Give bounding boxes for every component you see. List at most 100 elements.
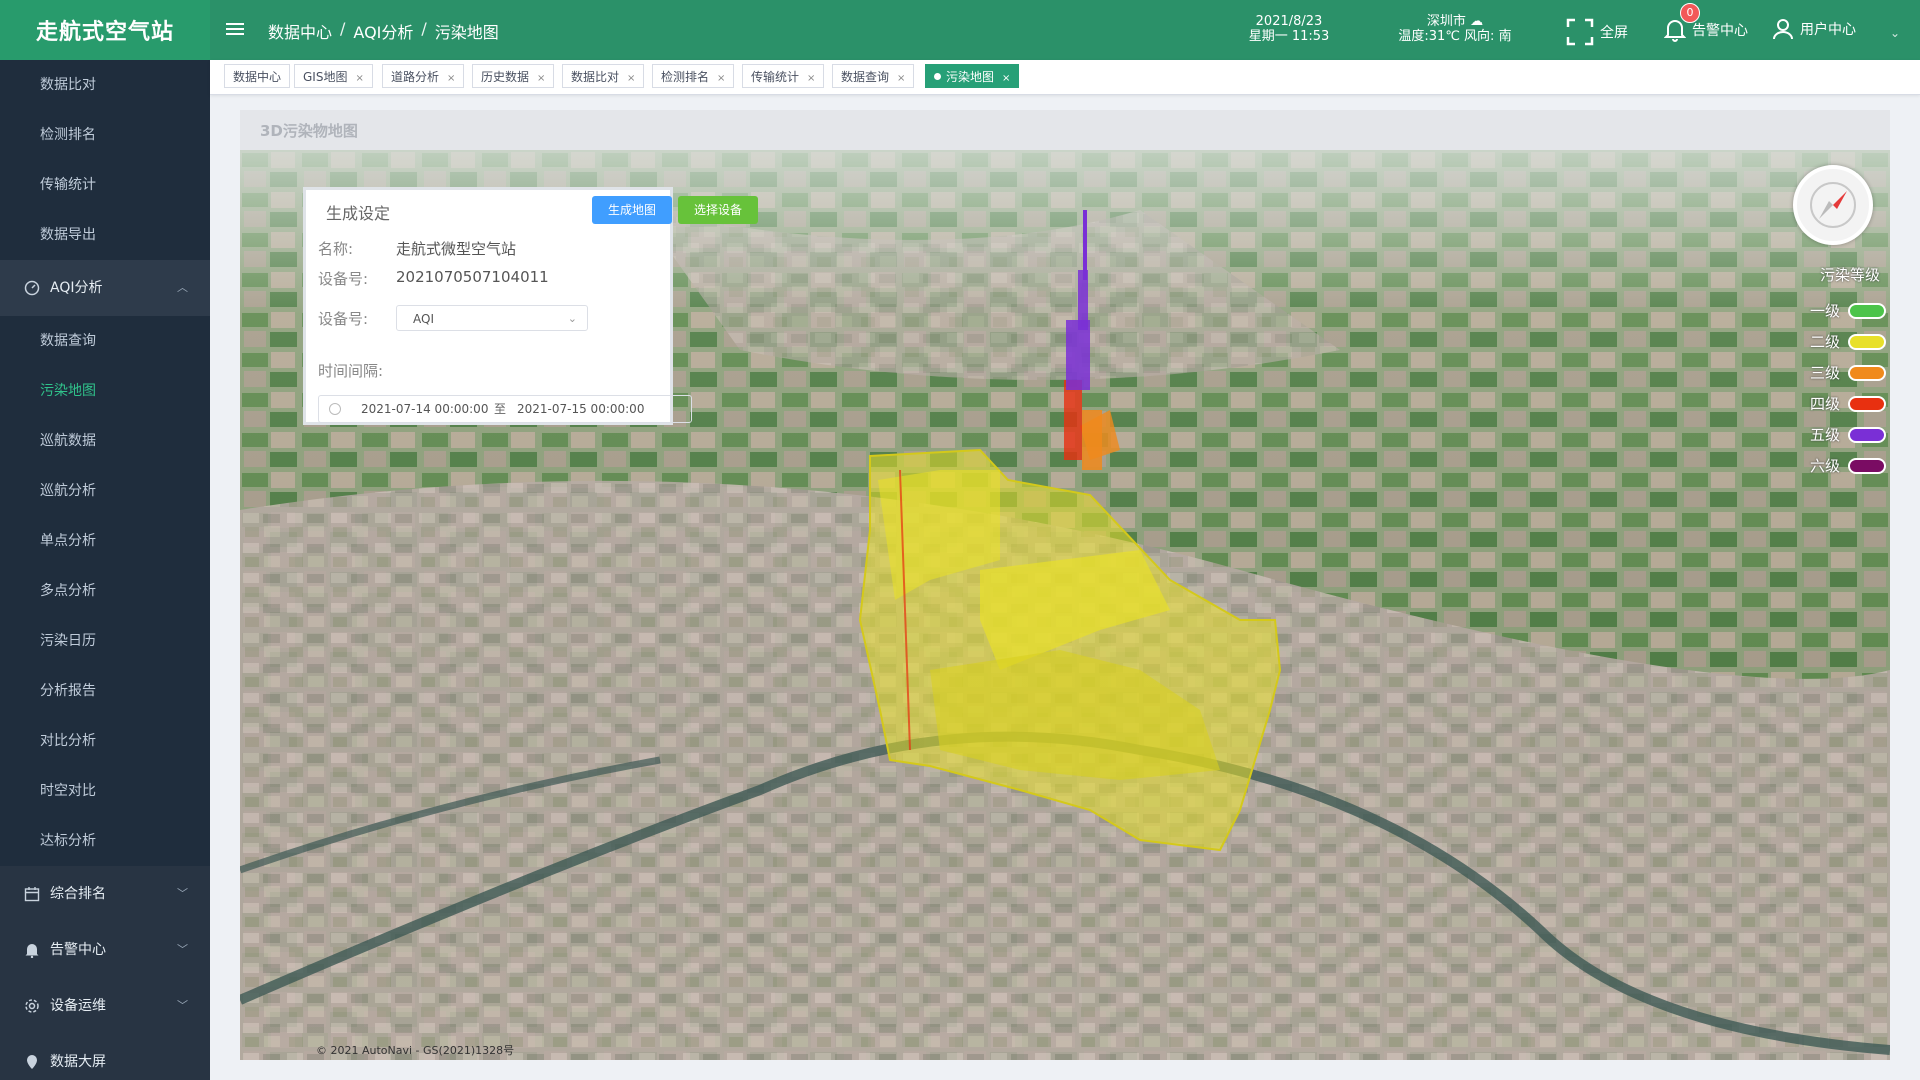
legend-swatch [1848,395,1886,412]
sidebar-item[interactable]: 达标分析 [0,816,210,866]
close-icon[interactable]: × [807,73,815,84]
fullscreen-button[interactable]: 全屏 [1566,18,1628,46]
breadcrumb: 数据中心 / AQI分析 / 污染地图 [268,19,499,43]
weather-detail: 温度:31℃ 风向: 南 [1398,29,1512,44]
sidebar-item[interactable]: 巡航数据 [0,416,210,466]
card-header: 3D污染物地图 [240,110,1890,150]
tab-data-query[interactable]: 数据查询 × [832,64,915,88]
city-text: 深圳市 [1426,14,1466,29]
breadcrumb-item[interactable]: 数据中心 [268,19,332,43]
close-icon[interactable]: × [537,73,545,84]
alarm-center-button[interactable]: 告警中心 [1664,18,1748,42]
tab-pollution-map[interactable]: 污染地图 × [925,64,1020,88]
sidebar-item-active[interactable]: 污染地图 [0,366,210,416]
tab-data-center[interactable]: 数据中心 [224,64,291,88]
tab-data-compare[interactable]: 数据比对 × [562,64,645,88]
legend-title: 污染等级 [1820,266,1881,284]
close-icon[interactable]: × [447,73,455,84]
generate-map-button[interactable]: 生成地图 [592,196,672,224]
tab-gis-map[interactable]: GIS地图 × [294,64,373,88]
sidebar-item[interactable]: 污染日历 [0,616,210,666]
name-value: 走航式微型空气站 [396,240,517,258]
calendar-icon [24,887,40,902]
legend-label: 五级 [1809,426,1840,444]
device-select-label: 设备号: [318,310,369,328]
sidebar-item[interactable]: 单点分析 [0,516,210,566]
close-icon[interactable]: × [717,73,725,84]
legend-swatch [1848,333,1886,350]
user-label: 用户中心 [1800,22,1856,38]
sidebar-group-bigscreen[interactable]: 数据大屏 [0,1034,210,1080]
sidebar-submenu-aqi: 数据查询 污染地图 巡航数据 巡航分析 单点分析 多点分析 污染日历 分析报告 … [0,316,210,866]
close-icon[interactable]: × [355,73,363,84]
weekday-time-text: 星期一 11:53 [1248,29,1330,44]
fullscreen-icon [1566,18,1594,46]
sidebar-item[interactable]: 巡航分析 [0,466,210,516]
chevron-down-icon: ⌄ [567,312,577,325]
map-3d-view[interactable]: 生成设定 生成地图 选择设备 名称: 走航式微型空气站 设备号: 2021070… [240,150,1890,1060]
compass-icon [1810,182,1856,228]
select-device-button[interactable]: 选择设备 [678,196,758,224]
sidebar-item[interactable]: 检测排名 [0,110,210,160]
name-label: 名称: [318,240,354,258]
tab-label: 传输统计 [751,70,800,84]
settings-panel: 生成设定 生成地图 选择设备 名称: 走航式微型空气站 设备号: 2021070… [303,187,758,425]
sidebar-item[interactable]: 数据导出 [0,210,210,260]
end-time-input[interactable]: 2021-07-15 00:00:00 [517,396,644,422]
sidebar-group-aqi[interactable]: AQI分析 ︿ [0,260,210,316]
legend-item: 六级 [1800,455,1886,476]
sidebar-group-label: AQI分析 [50,280,103,296]
clock-icon [329,403,341,415]
breadcrumb-separator: / [421,19,427,38]
legend-item: 四级 [1800,393,1886,414]
device-id-value: 2021070507104011 [396,268,549,286]
close-icon[interactable]: × [1002,73,1010,84]
interval-label: 时间间隔: [318,362,384,380]
legend-label: 三级 [1809,364,1840,382]
sidebar: 数据比对 检测排名 传输统计 数据导出 AQI分析 ︿ 数据查询 污染地图 巡航… [0,60,210,1080]
breadcrumb-separator: / [340,19,346,38]
user-center-button[interactable]: 用户中心 [1772,18,1856,40]
tab-history[interactable]: 历史数据 × [472,64,555,88]
fullscreen-label: 全屏 [1600,25,1628,41]
tab-detect-rank[interactable]: 检测排名 × [652,64,735,88]
legend-swatch [1848,426,1886,443]
sidebar-item[interactable]: 多点分析 [0,566,210,616]
menu-toggle-icon[interactable] [226,20,244,38]
range-separator: 至 [494,402,507,416]
legend-item: 五级 [1800,424,1886,445]
tab-transfer-stats[interactable]: 传输统计 × [742,64,825,88]
sidebar-group-ranking[interactable]: 综合排名 ﹀ [0,866,210,922]
cloud-icon: ☁ [1470,14,1484,29]
page-title: 3D污染物地图 [260,122,358,140]
close-icon[interactable]: × [897,73,905,84]
sidebar-item[interactable]: 分析报告 [0,666,210,716]
sidebar-item[interactable]: 时空对比 [0,766,210,816]
sidebar-item[interactable]: 数据查询 [0,316,210,366]
tab-label: GIS地图 [303,70,348,84]
compass-control[interactable] [1793,165,1873,245]
alarm-label: 告警中心 [1692,23,1748,39]
location-icon [27,1055,37,1069]
start-time-input[interactable]: 2021-07-14 00:00:00 [361,396,488,422]
tab-label: 污染地图 [946,70,995,84]
close-icon[interactable]: × [627,73,635,84]
legend-label: 四级 [1809,395,1840,413]
chevron-down-icon[interactable]: ⌄ [1890,26,1900,40]
legend-item: 二级 [1800,331,1886,352]
tab-road-analysis[interactable]: 道路分析 × [382,64,465,88]
sidebar-group-alarm[interactable]: 告警中心 ﹀ [0,922,210,978]
device-select[interactable]: AQI ⌄ [396,305,588,331]
sidebar-item[interactable]: 传输统计 [0,160,210,210]
sidebar-item[interactable]: 对比分析 [0,716,210,766]
date-range-picker[interactable]: 2021-07-14 00:00:00 至 2021-07-15 00:00:0… [318,395,692,423]
sidebar-group-label: 综合排名 [50,886,106,902]
sidebar-item[interactable]: 数据比对 [0,60,210,110]
chevron-up-icon: ︿ [177,281,188,294]
breadcrumb-item[interactable]: AQI分析 [353,19,413,43]
legend-label: 二级 [1809,333,1840,351]
sidebar-group-devices[interactable]: 设备运维 ﹀ [0,978,210,1034]
device-select-value: AQI [413,312,434,326]
datetime-display: 2021/8/23 星期一 11:53 [1244,14,1334,44]
tab-label: 检测排名 [661,70,710,84]
